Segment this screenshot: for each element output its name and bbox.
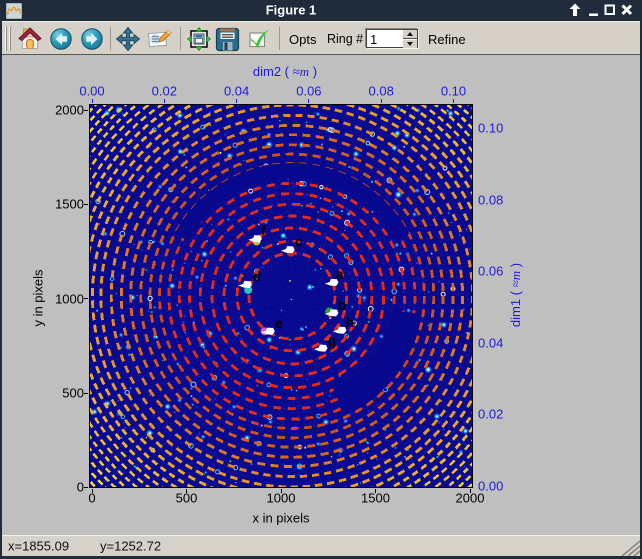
svg-text:g: g [328, 333, 337, 349]
svg-text:h: h [346, 314, 354, 330]
svg-text:e: e [275, 315, 283, 331]
svg-text:d: d [253, 268, 262, 284]
svg-text:b: b [338, 297, 347, 313]
svg-text:f: f [261, 222, 266, 238]
svg-text:a: a [336, 266, 344, 282]
svg-text:c: c [295, 233, 303, 249]
